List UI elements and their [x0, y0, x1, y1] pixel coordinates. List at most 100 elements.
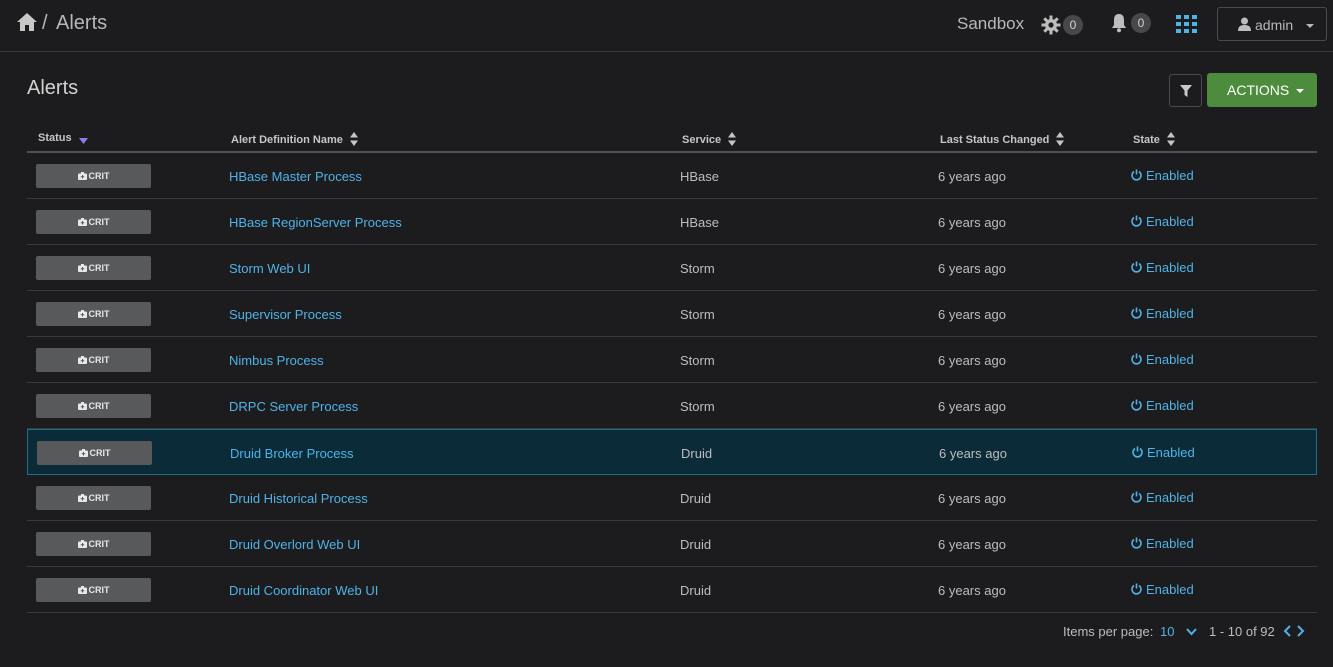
status-text: CRIT	[88, 493, 110, 503]
chevron-down-icon	[1296, 89, 1304, 93]
breadcrumb-current: Alerts	[56, 12, 108, 34]
alert-definition-link[interactable]: DRPC Server Process	[229, 399, 358, 414]
home-icon[interactable]	[16, 11, 38, 33]
crit-icon	[77, 356, 87, 364]
ops-count-badge[interactable]: 0	[1063, 15, 1083, 35]
status-text: CRIT	[88, 217, 110, 227]
status-text: CRIT	[88, 401, 110, 411]
state-toggle[interactable]: Enabled	[1131, 352, 1194, 367]
power-icon	[1131, 169, 1142, 181]
column-header-label: State	[1133, 134, 1160, 146]
alert-definition-link[interactable]: Supervisor Process	[229, 307, 342, 322]
column-header-service[interactable]: Service	[682, 132, 737, 146]
user-menu-button[interactable]: admin	[1217, 7, 1327, 41]
alert-definition-link[interactable]: Druid Coordinator Web UI	[229, 583, 378, 598]
power-icon	[1132, 446, 1143, 458]
service-name: Storm	[680, 399, 715, 414]
crit-icon	[77, 586, 87, 594]
chevron-right-icon[interactable]	[1296, 625, 1305, 637]
power-icon	[1131, 537, 1142, 549]
status-text: CRIT	[88, 309, 110, 319]
column-header-status[interactable]: Status	[38, 132, 88, 144]
breadcrumb-separator: /	[42, 12, 48, 34]
table-row[interactable]: CRIT Druid Overlord Web UI Druid 6 years ag…	[27, 521, 1317, 567]
status-badge[interactable]: CRIT	[36, 164, 151, 188]
status-badge[interactable]: CRIT	[37, 441, 152, 465]
state-toggle[interactable]: Enabled	[1131, 168, 1194, 183]
last-status-changed: 6 years ago	[939, 446, 1007, 461]
table-row[interactable]: CRIT Storm Web UI Storm 6 years ago Enabled	[27, 245, 1317, 291]
last-status-changed: 6 years ago	[938, 491, 1006, 506]
table-row[interactable]: CRIT Druid Broker Process Druid 6 years ago…	[27, 429, 1317, 475]
pagination-range: 1 - 10 of 92	[1209, 624, 1275, 639]
power-icon	[1131, 353, 1142, 365]
crit-icon	[77, 218, 87, 226]
service-name: HBase	[680, 169, 720, 184]
status-badge[interactable]: CRIT	[36, 394, 151, 418]
status-badge[interactable]: CRIT	[36, 578, 151, 602]
service-name: Druid	[681, 446, 713, 461]
crit-icon	[77, 494, 87, 502]
table-row[interactable]: CRIT Druid Coordinator Web UI Druid 6 years…	[27, 567, 1317, 613]
items-per-page-label: Items per page:	[1063, 624, 1154, 639]
state-toggle[interactable]: Enabled	[1131, 214, 1194, 229]
state-toggle[interactable]: Enabled	[1131, 306, 1194, 321]
top-bar: / Alerts Sandbox 0 0 admin	[0, 0, 1333, 52]
alert-definition-link[interactable]: HBase RegionServer Process	[229, 215, 402, 230]
status-badge[interactable]: CRIT	[36, 302, 151, 326]
status-badge[interactable]: CRIT	[36, 348, 151, 372]
table-row[interactable]: CRIT Nimbus Process Storm 6 years ago Enable…	[27, 337, 1317, 383]
power-icon	[1131, 491, 1142, 503]
table-row[interactable]: CRIT HBase RegionServer Process HBase 6 yea…	[27, 199, 1317, 245]
state-toggle[interactable]: Enabled	[1131, 398, 1194, 413]
service-name: Druid	[680, 491, 712, 506]
alerts-count-badge[interactable]: 0	[1131, 13, 1151, 33]
last-status-changed: 6 years ago	[938, 353, 1006, 368]
filter-button[interactable]	[1169, 74, 1202, 107]
table-body: CRIT HBase Master Process HBase 6 years ago…	[27, 153, 1317, 613]
crit-icon	[78, 449, 88, 457]
bell-icon[interactable]	[1110, 13, 1128, 33]
table-row[interactable]: CRIT DRPC Server Process Storm 6 years ago E…	[27, 383, 1317, 429]
power-icon	[1131, 215, 1142, 227]
items-per-page-select[interactable]: 10	[1160, 624, 1174, 639]
state-toggle[interactable]: Enabled	[1131, 536, 1194, 551]
alert-definition-link[interactable]: Druid Overlord Web UI	[229, 537, 360, 552]
state-toggle[interactable]: Enabled	[1131, 490, 1194, 505]
alert-definition-link[interactable]: Nimbus Process	[229, 353, 324, 368]
status-badge[interactable]: CRIT	[36, 486, 151, 510]
table-row[interactable]: CRIT Supervisor Process Storm 6 years ago En…	[27, 291, 1317, 337]
alert-definition-link[interactable]: Druid Historical Process	[229, 491, 368, 506]
chevron-down-icon[interactable]	[1186, 628, 1197, 636]
service-name: Storm	[680, 307, 715, 322]
column-header-last-changed[interactable]: Last Status Changed	[940, 132, 1065, 146]
column-header-label: Service	[682, 134, 722, 146]
table-row[interactable]: CRIT Druid Historical Process Druid 6 years…	[27, 475, 1317, 521]
status-badge[interactable]: CRIT	[36, 210, 151, 234]
column-header-state[interactable]: State	[1133, 132, 1175, 146]
user-icon	[1238, 17, 1251, 31]
crit-icon	[77, 172, 87, 180]
crit-icon	[77, 540, 87, 548]
actions-label: ACTIONS	[1227, 82, 1290, 98]
alert-definition-link[interactable]: HBase Master Process	[229, 169, 362, 184]
state-toggle[interactable]: Enabled	[1131, 260, 1194, 275]
chevron-left-icon[interactable]	[1283, 625, 1292, 637]
filter-icon	[1180, 85, 1192, 97]
column-header-name[interactable]: Alert Definition Name	[231, 132, 358, 146]
crit-icon	[77, 402, 87, 410]
state-label: Enabled	[1146, 582, 1194, 597]
crit-icon	[77, 310, 87, 318]
gear-icon[interactable]	[1041, 15, 1061, 35]
alert-definition-link[interactable]: Druid Broker Process	[230, 446, 354, 461]
status-badge[interactable]: CRIT	[36, 256, 151, 280]
state-toggle[interactable]: Enabled	[1131, 582, 1194, 597]
alert-definition-link[interactable]: Storm Web UI	[229, 261, 310, 276]
status-badge[interactable]: CRIT	[36, 532, 151, 556]
sort-icon	[728, 132, 737, 146]
state-toggle[interactable]: Enabled	[1132, 445, 1195, 460]
table-row[interactable]: CRIT HBase Master Process HBase 6 years ago…	[27, 153, 1317, 199]
grid-icon[interactable]	[1176, 15, 1197, 33]
cluster-name: Sandbox	[957, 14, 1025, 33]
actions-button[interactable]: ACTIONS	[1207, 73, 1317, 107]
